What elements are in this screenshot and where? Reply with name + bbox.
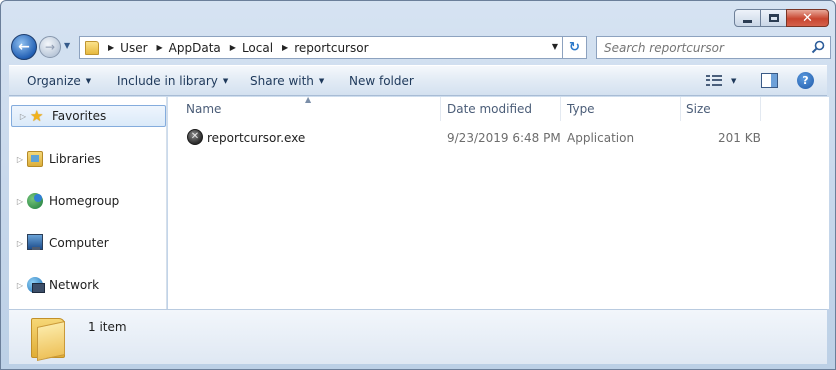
back-arrow-icon: ← bbox=[18, 39, 30, 55]
chevron-down-icon: ▼ bbox=[318, 77, 325, 85]
navigation-pane: ▷ ★ Favorites ▷ Libraries ▷ Homegroup ▷ … bbox=[9, 97, 167, 309]
table-row[interactable]: ✕ reportcursor.exe 9/23/2019 6:48 PM App… bbox=[168, 127, 829, 149]
change-view-button[interactable]: ▼ bbox=[706, 73, 740, 89]
back-button[interactable]: ← bbox=[11, 34, 37, 60]
column-header-label: Size bbox=[686, 102, 711, 116]
address-dropdown-icon[interactable]: ▼ bbox=[552, 42, 558, 51]
sort-ascending-icon: ▲ bbox=[305, 95, 312, 104]
sidebar-item-favorites[interactable]: ▷ ★ Favorites bbox=[11, 105, 166, 127]
computer-icon bbox=[27, 233, 43, 250]
new-folder-label: New folder bbox=[349, 74, 414, 88]
expand-icon[interactable]: ▷ bbox=[16, 112, 30, 121]
file-name: reportcursor.exe bbox=[207, 131, 306, 145]
details-pane: 1 item bbox=[9, 309, 827, 364]
folder-icon bbox=[31, 318, 65, 361]
maximize-button[interactable] bbox=[760, 9, 787, 27]
star-icon: ★ bbox=[30, 107, 44, 125]
expand-icon[interactable]: ▷ bbox=[13, 155, 27, 164]
column-divider[interactable] bbox=[680, 97, 681, 121]
new-folder-button[interactable]: New folder bbox=[349, 74, 414, 88]
organize-button[interactable]: Organize ▼ bbox=[27, 74, 91, 88]
sidebar-item-label: Computer bbox=[49, 236, 109, 250]
sidebar-item-homegroup[interactable]: ▷ Homegroup bbox=[9, 190, 166, 212]
column-header-label: Name bbox=[186, 102, 222, 116]
search-box[interactable] bbox=[596, 36, 831, 59]
sidebar-item-libraries[interactable]: ▷ Libraries bbox=[9, 148, 166, 170]
help-button[interactable]: ? bbox=[797, 72, 814, 89]
include-in-library-button[interactable]: Include in library ▼ bbox=[117, 74, 228, 88]
forward-arrow-icon: → bbox=[44, 40, 56, 54]
column-header-size[interactable]: Size bbox=[686, 97, 711, 121]
sidebar-item-label: Libraries bbox=[49, 152, 101, 166]
chevron-down-icon: ▼ bbox=[731, 77, 737, 85]
maximize-icon bbox=[768, 14, 779, 22]
share-with-label: Share with bbox=[250, 74, 314, 88]
refresh-icon: ↻ bbox=[569, 40, 580, 55]
expand-icon[interactable]: ▷ bbox=[13, 197, 27, 206]
column-header-date-modified[interactable]: Date modified bbox=[447, 97, 532, 121]
refresh-button[interactable]: ↻ bbox=[563, 36, 587, 59]
file-list: ▲ Name Date modified Type Size ✕ reportc… bbox=[168, 95, 829, 309]
search-icon[interactable] bbox=[811, 40, 825, 54]
minimize-icon bbox=[743, 19, 752, 23]
column-header-type[interactable]: Type bbox=[567, 97, 595, 121]
sidebar-item-network[interactable]: ▷ Network bbox=[9, 274, 166, 296]
column-header-label: Date modified bbox=[447, 102, 533, 116]
address-bar[interactable]: ▶ User ▶ AppData ▶ Local ▶ reportcursor … bbox=[79, 36, 563, 59]
breadcrumb-appdata[interactable]: AppData bbox=[169, 41, 221, 55]
preview-pane-button[interactable] bbox=[761, 73, 778, 88]
recent-pages-button[interactable]: ▼ bbox=[64, 41, 70, 50]
help-icon: ? bbox=[802, 74, 809, 87]
close-icon: ✕ bbox=[802, 10, 813, 26]
file-size: 201 KB bbox=[718, 131, 761, 145]
breadcrumb-reportcursor[interactable]: reportcursor bbox=[294, 41, 368, 55]
search-input[interactable] bbox=[604, 40, 804, 55]
organize-label: Organize bbox=[27, 74, 81, 88]
network-icon bbox=[27, 277, 45, 293]
column-header-label: Type bbox=[567, 102, 595, 116]
error-x-icon: ✕ bbox=[187, 129, 203, 145]
minimize-button[interactable] bbox=[734, 9, 761, 27]
column-divider[interactable] bbox=[560, 97, 561, 121]
expand-icon[interactable]: ▷ bbox=[13, 281, 27, 290]
column-divider[interactable] bbox=[760, 97, 761, 121]
sidebar-item-label: Favorites bbox=[52, 109, 107, 123]
breadcrumb-separator-icon[interactable]: ▶ bbox=[230, 43, 236, 52]
chevron-down-icon: ▼ bbox=[222, 77, 229, 85]
breadcrumb-local[interactable]: Local bbox=[242, 41, 273, 55]
forward-button[interactable]: → bbox=[39, 36, 61, 58]
chevron-down-icon: ▼ bbox=[85, 77, 92, 85]
explorer-window: ✕ ← → ▼ ▶ User ▶ AppData ▶ Local ▶ repor… bbox=[0, 0, 836, 370]
sidebar-item-computer[interactable]: ▷ Computer bbox=[9, 232, 166, 254]
folder-icon bbox=[85, 40, 99, 55]
command-bar: Organize ▼ Include in library ▼ Share with… bbox=[9, 65, 827, 96]
include-in-library-label: Include in library bbox=[117, 74, 218, 88]
share-with-button[interactable]: Share with ▼ bbox=[250, 74, 324, 88]
breadcrumb-separator-icon[interactable]: ▶ bbox=[282, 43, 288, 52]
close-button[interactable]: ✕ bbox=[786, 9, 829, 27]
details-view-icon bbox=[706, 75, 722, 87]
breadcrumb-separator-icon[interactable]: ▶ bbox=[157, 43, 163, 52]
file-date-modified: 9/23/2019 6:48 PM bbox=[447, 131, 561, 145]
item-count: 1 item bbox=[88, 320, 127, 334]
file-type: Application bbox=[567, 131, 635, 145]
sidebar-item-label: Homegroup bbox=[49, 194, 120, 208]
column-header-name[interactable]: Name bbox=[186, 97, 221, 121]
sidebar-item-label: Network bbox=[49, 278, 100, 292]
caption-buttons: ✕ bbox=[734, 9, 829, 27]
chevron-down-icon: ▼ bbox=[64, 41, 71, 50]
breadcrumb-user[interactable]: User bbox=[120, 41, 147, 55]
breadcrumb-separator-icon[interactable]: ▶ bbox=[108, 43, 114, 52]
libraries-icon bbox=[27, 151, 43, 167]
expand-icon[interactable]: ▷ bbox=[13, 239, 27, 248]
homegroup-icon bbox=[27, 193, 43, 209]
column-divider[interactable] bbox=[440, 97, 441, 121]
navigation-row: ← → ▼ ▶ User ▶ AppData ▶ Local ▶ reportc… bbox=[9, 33, 831, 61]
